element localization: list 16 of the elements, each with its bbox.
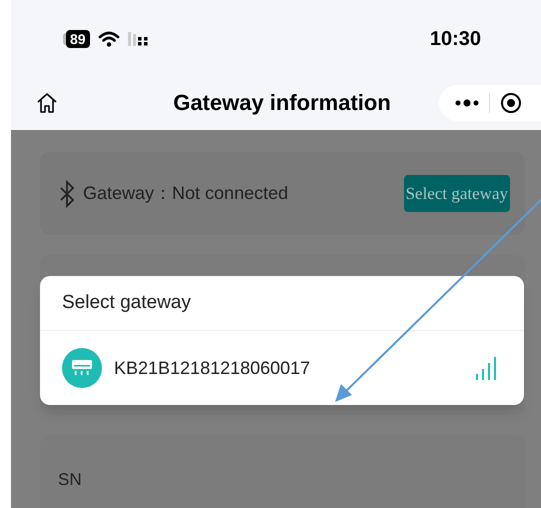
more-icon[interactable] bbox=[455, 98, 479, 106]
gateway-name: KB21B12181218060017 bbox=[114, 356, 310, 380]
wifi-icon bbox=[98, 30, 120, 46]
bluetooth-icon bbox=[60, 180, 74, 208]
target-icon[interactable] bbox=[500, 92, 522, 114]
page-title: Gateway information bbox=[172, 89, 392, 117]
select-gateway-button[interactable]: Select gateway bbox=[404, 175, 510, 212]
signal-strength-icon bbox=[476, 356, 498, 380]
gateway-list-item[interactable]: KB21B12181218060017 bbox=[40, 331, 524, 405]
home-icon[interactable] bbox=[36, 92, 58, 114]
sn-label: SN bbox=[58, 470, 82, 489]
air-conditioner-icon bbox=[62, 348, 102, 388]
gateway-status: Gateway：Not connected bbox=[83, 182, 288, 205]
battery-level: 89 bbox=[66, 30, 90, 48]
dialog-title: Select gateway bbox=[62, 290, 191, 315]
clock-time: 10:30 bbox=[430, 26, 481, 52]
